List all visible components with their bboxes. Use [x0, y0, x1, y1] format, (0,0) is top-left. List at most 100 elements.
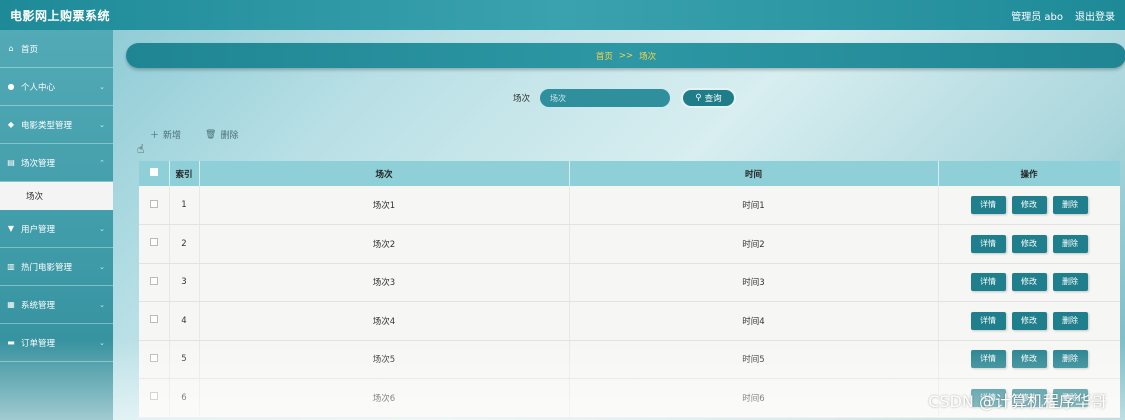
table-row: 5 场次5 时间5 详情 修改 删除: [139, 340, 1120, 379]
cell-time: 时间4: [569, 301, 939, 341]
add-button-label: 新增: [163, 131, 182, 141]
edit-button[interactable]: 修改: [1011, 273, 1047, 292]
delete-button[interactable]: 删除: [1052, 196, 1088, 214]
sidebar-item-movie-type[interactable]: ◆ 电影类型管理 ⌄: [0, 106, 113, 144]
table-row: 2 场次2 时间2 详情 修改 删除: [139, 224, 1120, 264]
sidebar-item-hot-movie[interactable]: ▥ 热门电影管理 ⌄: [0, 248, 113, 286]
breadcrumb-separator: >>: [618, 50, 634, 61]
admin-user-label[interactable]: 管理员 abo: [1011, 8, 1063, 23]
search-row: 场次 ⚲ 查询: [513, 88, 737, 108]
cell-time: 时间6: [569, 378, 939, 418]
table-row: 4 场次4 时间4 详情 修改 删除: [139, 301, 1120, 341]
row-checkbox[interactable]: [139, 340, 170, 379]
cell-index: 4: [169, 301, 200, 341]
sidebar: ⌂ 首页 ● 个人中心 ⌄ ◆ 电影类型管理 ⌄ ▤ 场次管理 ⌃ 场次 ▼ 用…: [0, 30, 113, 420]
edit-button[interactable]: 修改: [1011, 311, 1047, 330]
chevron-down-icon: ⌄: [99, 120, 105, 129]
sidebar-item-label: 用户管理: [21, 224, 56, 235]
add-button[interactable]: ＋ 新增: [150, 128, 181, 141]
batch-delete-button[interactable]: 🗑 删除: [205, 128, 239, 142]
chevron-up-icon: ⌃: [99, 158, 105, 167]
app-title: 电影网上购票系统: [10, 8, 111, 23]
chevron-down-icon: ⌄: [99, 338, 105, 347]
cell-time: 时间3: [569, 263, 939, 302]
row-checkbox[interactable]: [139, 224, 170, 264]
sidebar-item-label: 热门电影管理: [21, 262, 73, 273]
search-button-label: 查询: [704, 94, 722, 104]
cart-icon: ▬: [7, 338, 15, 347]
sidebar-item-personal-center[interactable]: ● 个人中心 ⌄: [0, 68, 113, 106]
row-checkbox[interactable]: [139, 378, 170, 418]
detail-button[interactable]: 详情: [970, 273, 1006, 292]
sidebar-item-label: 订单管理: [21, 338, 56, 349]
user-icon: ●: [7, 82, 15, 91]
column-header-time: 时间: [569, 161, 939, 186]
cell-time: 时间5: [569, 340, 939, 379]
detail-button[interactable]: 详情: [970, 311, 1006, 330]
sidebar-item-user-management[interactable]: ▼ 用户管理 ⌄: [0, 210, 113, 248]
chevron-down-icon: ⌄: [99, 82, 105, 91]
sidebar-item-system[interactable]: ▦ 系统管理 ⌄: [0, 286, 113, 324]
grid-icon: ▦: [7, 300, 15, 309]
column-header-index: 索引: [169, 161, 200, 186]
detail-button[interactable]: 详情: [970, 196, 1006, 214]
watermark: CSDN @计算机程序华哥: [928, 392, 1107, 411]
cell-actions: 详情 修改 删除: [938, 301, 1120, 341]
chevron-down-icon: ⌄: [99, 224, 105, 233]
sidebar-item-label: 电影类型管理: [21, 120, 73, 131]
search-input[interactable]: [540, 89, 671, 107]
delete-button[interactable]: 删除: [1052, 273, 1088, 292]
sidebar-subitem-session[interactable]: 场次: [0, 182, 113, 210]
cell-index: 1: [169, 186, 200, 225]
edit-button[interactable]: 修改: [1011, 234, 1047, 253]
cell-session: 场次1: [199, 186, 570, 225]
sidebar-subitem-label: 场次: [26, 192, 44, 202]
cell-actions: 详情 修改 删除: [938, 186, 1120, 225]
search-label: 场次: [513, 94, 531, 104]
data-table: 索引 场次 时间 操作 1 场次1 时间1 详情修改删除 2 场次2 时间2: [139, 161, 1120, 420]
breadcrumb-current: 场次: [639, 51, 657, 62]
detail-button[interactable]: 详情: [970, 234, 1006, 253]
sidebar-item-label: 首页: [21, 44, 39, 55]
sidebar-item-home[interactable]: ⌂ 首页: [0, 30, 113, 68]
plus-icon: ＋: [150, 131, 160, 141]
cell-actions: 详情 修改 删除: [938, 263, 1120, 302]
cell-index: 2: [169, 224, 200, 264]
toolbar-actions: ＋ 新增 🗑 删除: [150, 128, 239, 142]
home-icon: ⌂: [8, 44, 14, 53]
hand-cursor-icon: ☝: [137, 142, 145, 156]
table-row: 3 场次3 时间3 详情 修改 删除: [139, 263, 1120, 302]
delete-button-label: 删除: [220, 131, 239, 141]
edit-button[interactable]: 修改: [1011, 196, 1047, 214]
chevron-down-icon: ⌄: [99, 300, 105, 309]
detail-button[interactable]: 详情: [970, 350, 1006, 369]
delete-button[interactable]: 删除: [1052, 311, 1088, 330]
chart-icon: ▥: [7, 262, 15, 271]
top-bar: 电影网上购票系统 管理员 abo 退出登录: [0, 0, 1125, 30]
cell-index: 6: [169, 378, 200, 418]
sidebar-item-label: 场次管理: [21, 158, 56, 169]
row-checkbox[interactable]: [139, 301, 170, 341]
list-icon: ▤: [7, 158, 15, 167]
delete-button[interactable]: 删除: [1052, 350, 1088, 369]
column-header-actions: 操作: [938, 161, 1120, 186]
cell-actions: 详情 修改 删除: [938, 340, 1120, 379]
search-icon: ⚲: [695, 93, 702, 103]
sidebar-item-session-management[interactable]: ▤ 场次管理 ⌃: [0, 144, 113, 182]
row-checkbox[interactable]: [139, 186, 170, 225]
sidebar-item-order[interactable]: ▬ 订单管理 ⌄: [0, 324, 113, 362]
trash-icon: 🗑: [205, 129, 217, 140]
cell-session: 场次5: [199, 340, 570, 379]
select-all-checkbox[interactable]: [139, 161, 170, 186]
cell-session: 场次3: [199, 263, 570, 302]
delete-button[interactable]: 删除: [1052, 234, 1088, 253]
cell-index: 3: [169, 263, 200, 302]
column-header-session: 场次: [199, 161, 570, 186]
cell-index: 5: [169, 340, 200, 379]
search-button[interactable]: ⚲ 查询: [681, 88, 737, 108]
breadcrumb-home[interactable]: 首页: [596, 50, 613, 62]
table-header-row: 索引 场次 时间 操作: [139, 161, 1120, 186]
edit-button[interactable]: 修改: [1011, 350, 1047, 369]
logout-button[interactable]: 退出登录: [1075, 8, 1115, 23]
row-checkbox[interactable]: [139, 263, 170, 302]
